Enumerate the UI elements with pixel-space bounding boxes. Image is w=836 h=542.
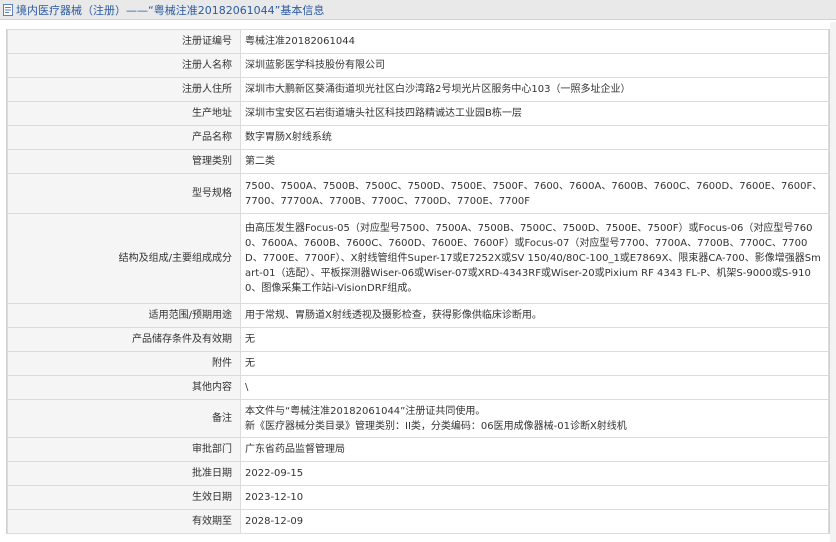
page-title: 境内医疗器械（注册）——“粤械注准20182061044”基本信息 — [16, 3, 325, 17]
table-row: 注册人名称 深圳蓝影医学科技股份有限公司 — [7, 53, 829, 78]
field-value-line: 用于常规、胃肠道X射线透视及摄影检查，获得影像供临床诊断用。 — [245, 310, 542, 321]
table-row: 有效期至 2028-12-09 — [7, 509, 829, 534]
table-row: 批准日期 2022-09-15 — [7, 461, 829, 486]
field-value-line: 深圳市宝安区石岩街道塘头社区科技四路精诚达工业园B栋一层 — [245, 108, 522, 119]
table-row: 管理类别 第二类 — [7, 149, 829, 174]
field-value: 用于常规、胃肠道X射线透视及摄影检查，获得影像供临床诊断用。 — [240, 303, 829, 328]
field-value-line: 2023-12-10 — [245, 492, 304, 503]
field-value: 2028-12-09 — [240, 509, 829, 534]
field-label: 有效期至 — [7, 509, 241, 534]
table-row: 备注 本文件与“粤械注准20182061044”注册证共同使用。新《医疗器械分类目… — [7, 399, 829, 438]
field-value: 数字胃肠X射线系统 — [240, 125, 829, 150]
field-value: 第二类 — [240, 149, 829, 174]
table-row: 型号规格 7500、7500A、7500B、7500C、7500D、7500E、7… — [7, 173, 829, 214]
field-label: 适用范围/预期用途 — [7, 303, 241, 328]
table-row: 生效日期 2023-12-10 — [7, 485, 829, 510]
field-value-line: 广东省药品监督管理局 — [245, 444, 345, 455]
field-value-line: 7500、7500A、7500B、7500C、7500D、7500E、7500F… — [245, 180, 823, 207]
table-row: 附件无 — [7, 351, 829, 376]
table-row: 结构及组成/主要组成成分 由高压发生器Focus-05（对应型号7500、7500… — [7, 213, 829, 304]
field-value-line: 深圳蓝影医学科技股份有限公司 — [245, 60, 385, 71]
field-label: 产品储存条件及有效期 — [7, 327, 241, 352]
field-value-line: 粤械注准20182061044 — [245, 36, 355, 47]
field-label: 结构及组成/主要组成成分 — [7, 213, 241, 304]
field-label: 其他内容 — [7, 375, 241, 400]
table-row: 注册证编号 粤械注准20182061044 — [7, 29, 829, 54]
table-row: 其他内容 \ — [7, 375, 829, 400]
field-value: 无 — [240, 327, 829, 352]
table-row: 注册人住所 深圳市大鹏新区葵涌街道坝光社区白沙湾路2号坝光片区服务中心103（一照… — [7, 77, 829, 102]
field-value: 粤械注准20182061044 — [240, 29, 829, 54]
field-value-line: 第二类 — [245, 156, 275, 167]
field-value-line: 深圳市大鹏新区葵涌街道坝光社区白沙湾路2号坝光片区服务中心103（一照多址企业） — [245, 84, 631, 95]
table-row: 审批部门 广东省药品监督管理局 — [7, 437, 829, 462]
field-value-line: 新《医疗器械分类目录》管理类别：II类，分类编码：06医用成像器械-01诊断X射… — [245, 420, 627, 432]
field-value: 2022-09-15 — [240, 461, 829, 486]
field-label: 管理类别 — [7, 149, 241, 174]
field-label: 产品名称 — [7, 125, 241, 150]
table-row: 产品储存条件及有效期无 — [7, 327, 829, 352]
table-row: 适用范围/预期用途 用于常规、胃肠道X射线透视及摄影检查，获得影像供临床诊断用。 — [7, 303, 829, 328]
field-value: 无 — [240, 351, 829, 376]
field-value: \ — [240, 375, 829, 400]
field-value: 深圳市宝安区石岩街道塘头社区科技四路精诚达工业园B栋一层 — [240, 101, 829, 126]
field-label: 批准日期 — [7, 461, 241, 486]
table-row: 产品名称 数字胃肠X射线系统 — [7, 125, 829, 150]
field-value-line: 2022-09-15 — [245, 468, 304, 479]
document-icon — [3, 3, 13, 16]
field-value-line: 数字胃肠X射线系统 — [245, 132, 332, 143]
field-label: 注册人住所 — [7, 77, 241, 102]
table-row: 生产地址 深圳市宝安区石岩街道塘头社区科技四路精诚达工业园B栋一层 — [7, 101, 829, 126]
field-value: 由高压发生器Focus-05（对应型号7500、7500A、7500B、7500… — [240, 213, 829, 304]
field-value-line: 本文件与“粤械注准20182061044”注册证共同使用。 — [245, 405, 486, 417]
field-label: 注册证编号 — [7, 29, 241, 54]
field-label: 附件 — [7, 351, 241, 376]
field-value-line: 由高压发生器Focus-05（对应型号7500、7500A、7500B、7500… — [245, 223, 821, 294]
field-label: 备注 — [7, 399, 241, 438]
field-value: 2023-12-10 — [240, 485, 829, 510]
field-label: 生产地址 — [7, 101, 241, 126]
field-label: 审批部门 — [7, 437, 241, 462]
field-value: 7500、7500A、7500B、7500C、7500D、7500E、7500F… — [240, 173, 829, 214]
field-value: 深圳蓝影医学科技股份有限公司 — [240, 53, 829, 78]
field-value-line: 无 — [245, 334, 255, 345]
vertical-scrollbar[interactable] — [830, 22, 836, 542]
field-label: 生效日期 — [7, 485, 241, 510]
field-value-line: 2028-12-09 — [245, 516, 304, 527]
field-value: 广东省药品监督管理局 — [240, 437, 829, 462]
info-table: 注册证编号 粤械注准20182061044 注册人名称 深圳蓝影医学科技股份有限公司注… — [7, 29, 829, 534]
field-value-line: 无 — [245, 358, 255, 369]
field-value: 深圳市大鹏新区葵涌街道坝光社区白沙湾路2号坝光片区服务中心103（一照多址企业） — [240, 77, 829, 102]
field-value-line: \ — [245, 382, 249, 393]
info-panel: 注册证编号 粤械注准20182061044 注册人名称 深圳蓝影医学科技股份有限公司注… — [6, 29, 830, 534]
field-value: 本文件与“粤械注准20182061044”注册证共同使用。新《医疗器械分类目录》… — [240, 399, 829, 438]
page-header: 境内医疗器械（注册）——“粤械注准20182061044”基本信息 — [0, 0, 836, 20]
field-label: 注册人名称 — [7, 53, 241, 78]
field-label: 型号规格 — [7, 173, 241, 214]
